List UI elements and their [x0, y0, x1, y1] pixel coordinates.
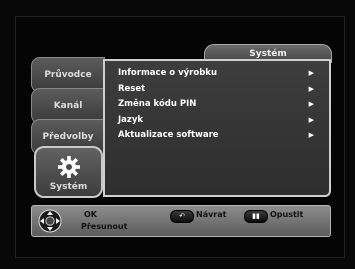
- menu-item-product-info[interactable]: Informace o výrobku ▶: [118, 66, 328, 82]
- back-hint-label: Návrat: [196, 210, 227, 219]
- sidebar-item-system[interactable]: Systém: [34, 146, 103, 198]
- menu-item-change-pin[interactable]: Změna kódu PIN ▶: [118, 97, 328, 113]
- exit-hint-label: Opustit: [270, 210, 304, 219]
- arrow-right-icon: ▶: [308, 84, 314, 93]
- system-menu: Informace o výrobku ▶ Reset ▶ Změna kódu…: [118, 66, 328, 144]
- menu-item-label: Jazyk: [118, 114, 144, 125]
- sidebar-item-label: Průvodce: [44, 70, 92, 80]
- dpad-icon: [38, 209, 62, 233]
- arrow-right-icon: ▶: [308, 100, 314, 108]
- gear-icon: [57, 156, 80, 178]
- menu-item-label: Informace o výrobku: [118, 68, 217, 78]
- move-hint-label: Přesunout: [81, 222, 128, 231]
- menu-item-software-update[interactable]: Aktualizace software ▶: [118, 128, 328, 144]
- arrow-right-icon: ▶: [308, 69, 314, 77]
- menu-item-reset[interactable]: Reset ▶: [118, 82, 328, 98]
- menu-item-label: Aktualizace software: [118, 130, 219, 140]
- menu-item-label: Změna kódu PIN: [118, 99, 197, 109]
- arrow-right-icon: ▶: [308, 115, 314, 124]
- ok-hint-label: OK: [84, 210, 97, 219]
- menu-item-label: Reset: [118, 83, 146, 94]
- back-key-icon: ↶: [170, 210, 194, 223]
- sidebar-item-label: Systém: [49, 182, 88, 192]
- arrow-right-icon: ▶: [308, 131, 314, 139]
- menu-item-language[interactable]: Jazyk ▶: [118, 113, 328, 129]
- sidebar-item-label: Předvolby: [42, 132, 94, 142]
- exit-key-icon: ▮▮: [244, 210, 268, 223]
- sidebar-item-label: Kanál: [53, 101, 83, 111]
